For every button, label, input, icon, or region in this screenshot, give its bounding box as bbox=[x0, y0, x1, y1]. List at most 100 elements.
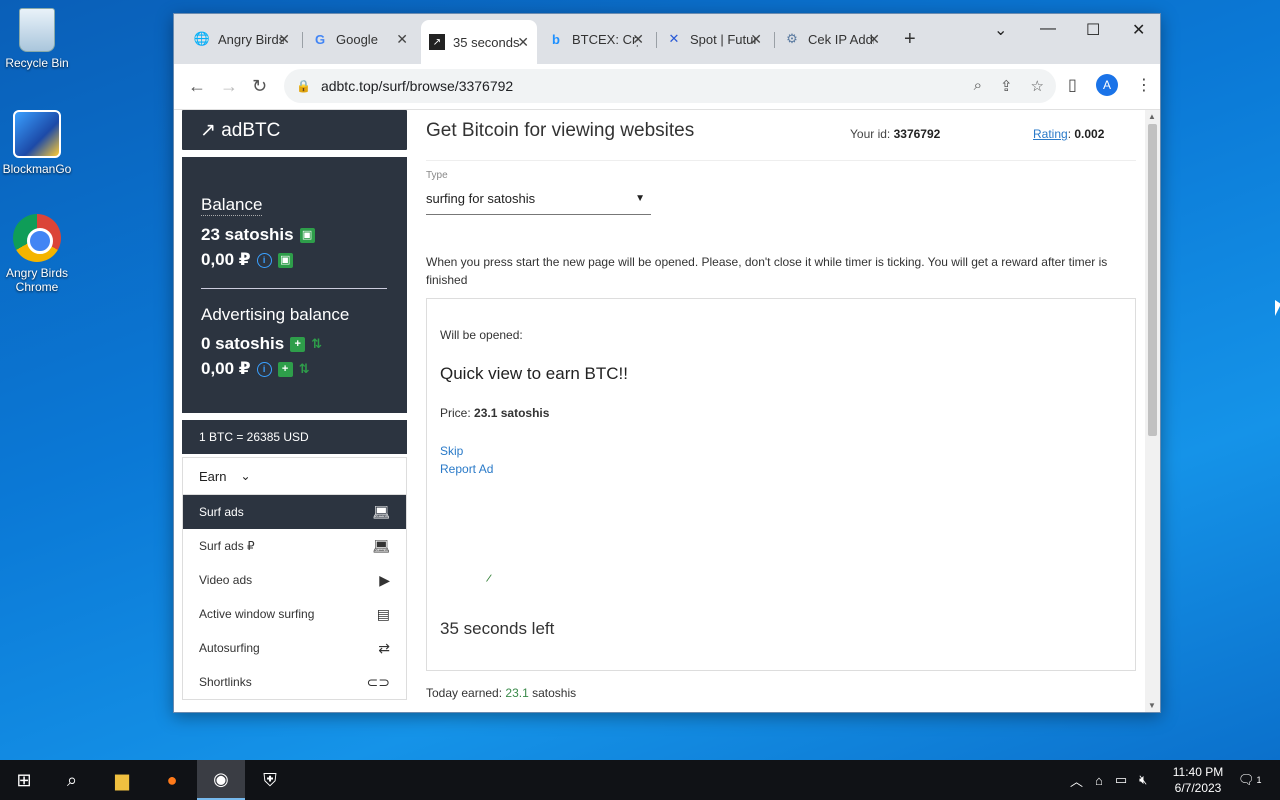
reload-icon[interactable]: ↻ bbox=[252, 76, 267, 97]
tab-title: Google bbox=[336, 31, 378, 47]
lock-icon[interactable]: 🔒 bbox=[296, 79, 311, 93]
avatar[interactable]: A bbox=[1096, 74, 1118, 96]
sidebar-item-autosurfing[interactable]: Autosurfing ⇄ bbox=[183, 631, 406, 665]
windows-start-icon[interactable]: ⊞ bbox=[0, 760, 48, 800]
shield-icon[interactable]: ⛨ bbox=[246, 760, 294, 800]
url-text: adbtc.top/surf/browse/3376792 bbox=[320, 78, 514, 94]
close-icon[interactable]: ✕ bbox=[396, 31, 408, 48]
sidebar-item-video-ads[interactable]: Video ads ▶ bbox=[183, 563, 406, 597]
tab-search-icon[interactable]: ⌄ bbox=[994, 20, 1007, 40]
browser-window: 🌐 Angry Birds ✕ G Google ✕ ↗ 35 seconds … bbox=[173, 13, 1161, 713]
back-icon[interactable]: ← bbox=[188, 76, 206, 97]
tab-title: 35 seconds bbox=[453, 34, 519, 50]
wallet-icon[interactable]: ▣ bbox=[299, 227, 315, 243]
menu-kebab-icon[interactable]: ⋮ bbox=[1136, 75, 1152, 95]
sidebar-item-label: Video ads bbox=[199, 573, 253, 587]
earn-dropdown[interactable]: Earn ⌄ bbox=[183, 458, 406, 495]
arrow-icon: ↗ bbox=[429, 34, 445, 50]
rating: Rating: 0.002 bbox=[1033, 127, 1105, 141]
sidebar-item-surf-ads[interactable]: Surf ads 💻︎ bbox=[183, 495, 406, 529]
tab-spot-futures[interactable]: ✕ Spot | Futures ✕ bbox=[658, 26, 770, 52]
search-icon[interactable]: ⌕ bbox=[48, 760, 96, 800]
clock[interactable]: 11:40 PM 6/7/2023 bbox=[1170, 764, 1226, 796]
notification-count: 1 bbox=[1256, 775, 1262, 785]
today-unit: satoshis bbox=[532, 686, 577, 700]
sidebar-item-label: Autosurfing bbox=[199, 641, 260, 655]
device-icon[interactable]: ▭ bbox=[1115, 772, 1127, 788]
close-window-button[interactable]: ✕ bbox=[1132, 20, 1145, 40]
tab-title: Cek IP Address bbox=[808, 31, 874, 47]
video-icon: ▶ bbox=[379, 571, 390, 588]
system-tray: ︿ ⌂ ▭ 🔇︎ bbox=[1070, 760, 1147, 800]
skip-link[interactable]: Skip bbox=[440, 442, 1122, 460]
recycle-bin-icon bbox=[19, 8, 55, 52]
caret-down-icon: ▼ bbox=[635, 193, 645, 204]
divider bbox=[426, 160, 1136, 161]
close-icon[interactable]: ✕ bbox=[278, 31, 290, 48]
wallet-icon[interactable]: ▣ bbox=[277, 252, 293, 268]
sidebar-item-surf-ads-rub[interactable]: Surf ads ₽ 💻︎ bbox=[183, 529, 406, 563]
recycle-bin-shortcut[interactable]: Recycle Bin bbox=[0, 8, 74, 70]
tab-35-seconds[interactable]: ↗ 35 seconds ✕ bbox=[421, 20, 537, 64]
firefox-icon[interactable]: ● bbox=[148, 760, 196, 800]
close-icon[interactable]: ✕ bbox=[750, 31, 762, 48]
close-icon[interactable]: ✕ bbox=[517, 34, 529, 51]
rating-link[interactable]: Rating bbox=[1033, 127, 1068, 141]
transfer-icon[interactable]: ⇅ bbox=[299, 361, 310, 377]
price-label: Price: bbox=[440, 406, 471, 420]
balance-satoshis: 23 satoshis bbox=[201, 225, 294, 244]
tab-cek-ip[interactable]: ⚙ Cek IP Address ✕ bbox=[776, 26, 888, 52]
tab-btcex[interactable]: b BTCEX: Crypto ✕ bbox=[540, 26, 652, 52]
tab-strip: 🌐 Angry Birds ✕ G Google ✕ ↗ 35 seconds … bbox=[174, 14, 1160, 64]
balance-label[interactable]: Balance bbox=[201, 195, 263, 216]
share-icon[interactable]: ⇪ bbox=[1000, 77, 1013, 95]
add-icon[interactable]: + bbox=[277, 361, 293, 377]
scroll-down-icon[interactable]: ▼ bbox=[1148, 701, 1156, 710]
sidebar-item-active-window[interactable]: Active window surfing ▤ bbox=[183, 597, 406, 631]
sidebar-item-label: Active window surfing bbox=[199, 607, 315, 621]
close-icon[interactable]: ✕ bbox=[632, 31, 644, 48]
info-icon[interactable]: i bbox=[256, 252, 272, 268]
earn-menu: Earn ⌄ Surf ads 💻︎ Surf ads ₽ 💻︎ Video a… bbox=[182, 457, 407, 700]
close-icon[interactable]: ✕ bbox=[868, 31, 880, 48]
minimize-button[interactable]: — bbox=[1040, 20, 1056, 38]
seconds-left: 35 seconds left bbox=[440, 619, 555, 638]
ad-balance-label: Advertising balance bbox=[201, 305, 350, 324]
angry-birds-chrome-shortcut[interactable]: Angry Birds Chrome bbox=[0, 214, 74, 294]
side-panel-icon[interactable]: ▯ bbox=[1068, 75, 1077, 95]
notification-center[interactable]: 🗨︎ 1 bbox=[1238, 760, 1262, 800]
sidebar-item-label: Surf ads bbox=[199, 505, 244, 519]
star-icon[interactable]: ☆ bbox=[1031, 77, 1044, 95]
tab-google[interactable]: G Google ✕ bbox=[304, 26, 416, 52]
ad-box: Will be opened: Quick view to earn BTC!!… bbox=[426, 298, 1136, 671]
maximize-button[interactable]: ☐ bbox=[1086, 20, 1100, 40]
blockmango-shortcut[interactable]: BlockmanGo bbox=[0, 110, 74, 176]
chrome-taskbar-icon[interactable]: ◉ bbox=[197, 760, 245, 800]
zoom-icon[interactable]: ⌕ bbox=[974, 77, 982, 95]
sidebar-item-shortlinks[interactable]: Shortlinks ⊂⊃ bbox=[183, 665, 406, 699]
volume-muted-icon[interactable]: 🔇︎ bbox=[1139, 772, 1147, 788]
file-explorer-icon[interactable]: ▆ bbox=[98, 760, 146, 800]
earn-label: Earn bbox=[199, 468, 227, 484]
report-ad-link[interactable]: Report Ad bbox=[440, 460, 1122, 478]
page-viewport: ↗ adBTC Balance 23 satoshis ▣ 0,00 ₽ i ▣… bbox=[174, 110, 1160, 712]
scroll-thumb[interactable] bbox=[1148, 124, 1157, 436]
scroll-up-icon[interactable]: ▲ bbox=[1148, 112, 1156, 121]
your-id-label: Your id: bbox=[850, 127, 891, 141]
add-icon[interactable]: + bbox=[290, 336, 306, 352]
chevron-up-icon[interactable]: ︿ bbox=[1070, 771, 1083, 790]
transfer-icon[interactable]: ⇅ bbox=[311, 336, 322, 352]
tab-angry-birds[interactable]: 🌐 Angry Birds ✕ bbox=[186, 26, 298, 52]
network-tray-icon[interactable]: ⌂ bbox=[1095, 773, 1103, 788]
new-tab-button[interactable]: + bbox=[904, 28, 916, 51]
sidebar: ↗ adBTC Balance 23 satoshis ▣ 0,00 ₽ i ▣… bbox=[182, 110, 407, 700]
page-scrollbar[interactable]: ▲ ▼ bbox=[1145, 110, 1160, 712]
your-id-value: 3376792 bbox=[893, 127, 941, 141]
brand-logo[interactable]: ↗ adBTC bbox=[182, 110, 407, 150]
btcex-icon: b bbox=[552, 31, 560, 47]
forward-icon[interactable]: → bbox=[220, 76, 238, 97]
blockmango-label: BlockmanGo bbox=[2, 162, 72, 176]
info-icon[interactable]: i bbox=[256, 361, 272, 377]
address-bar[interactable]: 🔒 adbtc.top/surf/browse/3376792 ⌕ ⇪ ☆ bbox=[284, 69, 1056, 103]
type-select[interactable]: surfing for satoshis ▼ bbox=[426, 183, 651, 215]
